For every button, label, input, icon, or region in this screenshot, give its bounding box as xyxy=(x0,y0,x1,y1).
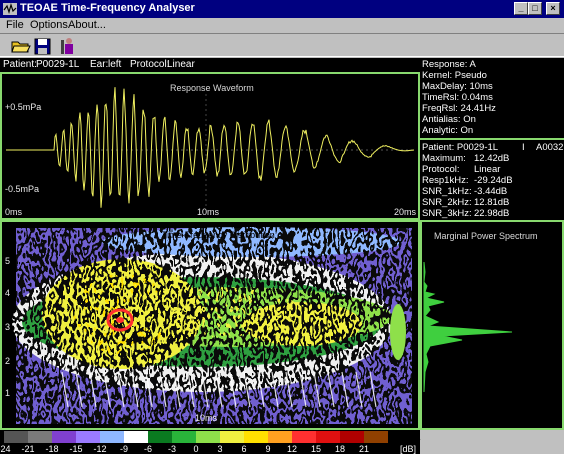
app-icon xyxy=(3,2,17,15)
y-label-neg: -0.5mPa xyxy=(5,184,40,194)
scale-swatch xyxy=(220,431,244,443)
scale-swatch xyxy=(196,431,220,443)
tfd-y2: 2 xyxy=(5,356,11,366)
result-row: SNR_3kHz: 22.98dB xyxy=(422,208,510,219)
scale-swatch xyxy=(364,431,388,443)
protocol-label: Protocol: xyxy=(130,59,170,70)
scale-value: 12 xyxy=(286,444,297,454)
patient-info-bar: Patient: P0029-1L Ear: left Protocol: Li… xyxy=(0,58,420,72)
tfd-plot[interactable] xyxy=(2,222,418,428)
setting-row: Antialias: On xyxy=(422,114,476,125)
scale-value: -3 xyxy=(167,444,176,454)
scale-swatch xyxy=(316,431,340,443)
scale-swatch xyxy=(268,431,292,443)
scale-value: 21 xyxy=(358,444,369,454)
tfd-x-10ms: 10ms xyxy=(195,413,218,423)
tfd-y4: 4 xyxy=(5,288,11,298)
toolbar xyxy=(0,33,564,57)
scale-swatch xyxy=(292,431,316,443)
scale-value: -21 xyxy=(21,444,35,454)
tfd-panel: Time-Frequency Distribution 5 4 3 2 1 10… xyxy=(0,220,420,430)
setting-row: Kernel: Pseudo xyxy=(422,70,487,81)
setting-row: MaxDelay: 10ms xyxy=(422,81,493,92)
scale-value: 3 xyxy=(217,444,223,454)
protocol-value: Linear xyxy=(167,59,195,70)
x-label-10: 10ms xyxy=(197,207,220,217)
scale-swatch xyxy=(4,431,28,443)
scale-value: 15 xyxy=(310,444,321,454)
scale-swatch xyxy=(172,431,196,443)
tfd-y3: 3 xyxy=(5,322,11,332)
result-row: Resp1kHz: -29.24dB xyxy=(422,175,513,186)
scale-unit: [dB] xyxy=(400,444,417,454)
scale-value: -18 xyxy=(45,444,59,454)
open-folder-icon[interactable] xyxy=(10,36,32,56)
scale-value: -24 xyxy=(0,444,11,454)
result-row: SNR_2kHz: 12.81dB xyxy=(422,197,510,208)
scale-value: 18 xyxy=(334,444,345,454)
setting-row: Response: A xyxy=(422,59,476,70)
minimize-button[interactable]: _ xyxy=(514,2,528,15)
divider xyxy=(420,138,564,140)
x-label-20: 20ms xyxy=(394,207,417,217)
title-bar: TEOAE Time-Frequency Analyser _ □ × xyxy=(0,0,564,18)
patient-value: P0029-1L xyxy=(36,59,80,70)
analysis-info-panel: Response: A Kernel: Pseudo MaxDelay: 10ms T… xyxy=(420,58,564,220)
scale-swatch xyxy=(340,431,364,443)
maximize-button[interactable]: □ xyxy=(528,2,542,15)
waveform-panel: Response Waveform +0.5mPa -0.5mPa 0ms 10… xyxy=(0,72,420,220)
close-button[interactable]: × xyxy=(546,2,560,15)
tfd-y5: 5 xyxy=(5,256,11,266)
menu-about[interactable]: About... xyxy=(68,19,106,31)
setting-row: FreqRsl: 24.41Hz xyxy=(422,103,496,114)
scale-swatch xyxy=(52,431,76,443)
x-label-0: 0ms xyxy=(5,207,23,217)
scale-value: 6 xyxy=(241,444,247,454)
scale-swatch xyxy=(76,431,100,443)
result-row: Protocol: Linear xyxy=(422,164,501,175)
scale-value: -9 xyxy=(119,444,128,454)
waveform-plot[interactable] xyxy=(2,74,418,218)
results-patient-row: Patient: P0029-1L I A0032 xyxy=(422,142,564,153)
scale-value: 0 xyxy=(193,444,199,454)
scale-value: -6 xyxy=(143,444,152,454)
save-disk-icon[interactable] xyxy=(32,36,54,56)
tfd-title: Time-Frequency Distribution xyxy=(162,230,275,240)
setting-row: TimeRsl: 0.04ms xyxy=(422,92,493,103)
ear-label: Ear: xyxy=(90,59,109,70)
menu-options[interactable]: Options xyxy=(30,19,68,31)
scale-swatch xyxy=(124,431,148,443)
result-row: Maximum: 12.42dB xyxy=(422,153,510,164)
scale-title: AMPL xyxy=(396,432,421,442)
result-row: SNR_1kHz: -3.44dB xyxy=(422,186,508,197)
amplitude-scale: -24 -21 -18 -15 -12 -9 -6 -3 0 3 6 9 12 15 18 21 xyxy=(0,430,420,454)
scale-swatch xyxy=(28,431,52,443)
window-title: TEOAE Time-Frequency Analyser xyxy=(20,2,195,14)
scale-value: 9 xyxy=(265,444,271,454)
scale-value: -12 xyxy=(93,444,107,454)
patient-label: Patient: xyxy=(3,59,37,70)
menu-bar: File Options About... xyxy=(0,18,564,33)
y-label-pos: +0.5mPa xyxy=(5,102,42,112)
scale-value: -15 xyxy=(69,444,83,454)
scale-swatch xyxy=(148,431,172,443)
scale-swatch xyxy=(100,431,124,443)
menu-file[interactable]: File xyxy=(6,19,24,31)
scale-swatch xyxy=(244,431,268,443)
ear-value: left xyxy=(108,59,122,70)
marginal-panel: Marginal Power Spectrum xyxy=(420,220,564,430)
person-icon[interactable] xyxy=(58,36,80,56)
tfd-y1: 1 xyxy=(5,388,11,398)
waveform-trace xyxy=(6,87,415,208)
setting-row: Analytic: On xyxy=(422,125,474,136)
marginal-plot[interactable] xyxy=(422,222,562,428)
